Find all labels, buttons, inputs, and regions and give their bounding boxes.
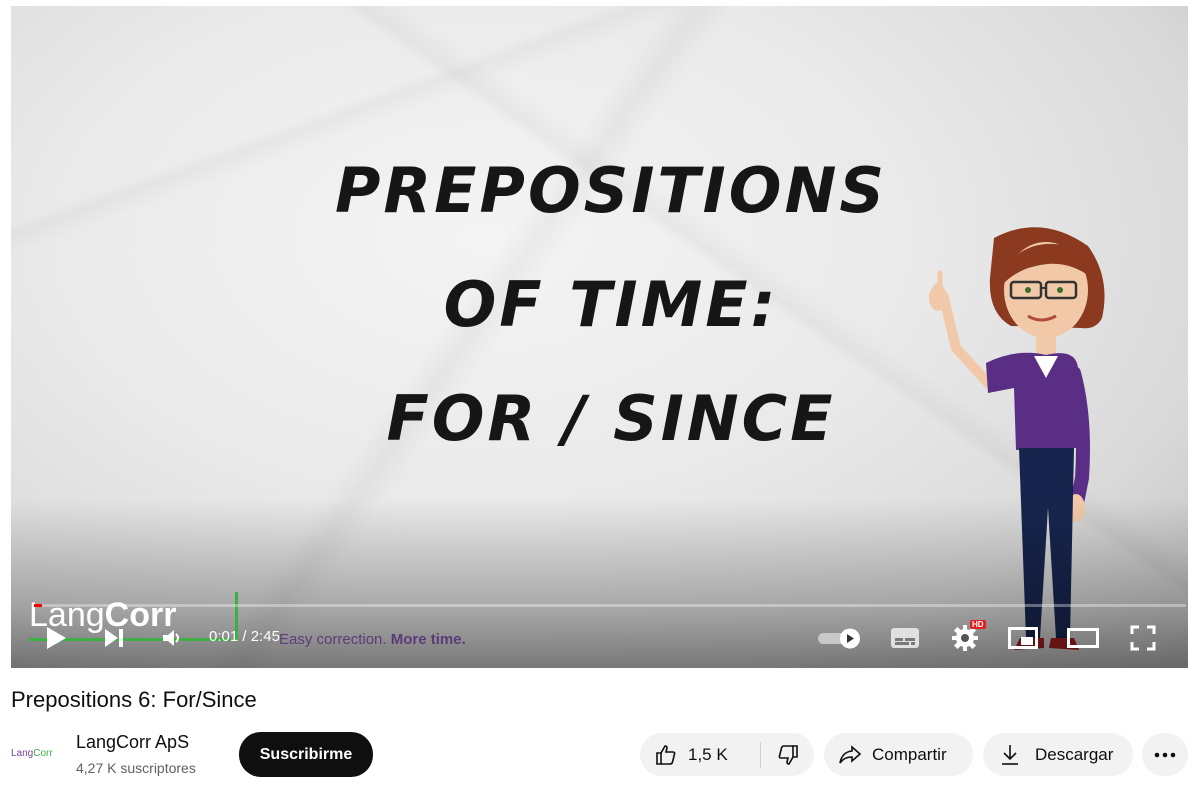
thumbs-up-icon xyxy=(656,744,676,765)
title-line-2: OF TIME: xyxy=(443,268,779,341)
thumbs-down-icon xyxy=(778,744,798,765)
like-button[interactable]: 1,5 K xyxy=(640,733,746,776)
more-horiz-icon xyxy=(1154,752,1176,757)
theater-mode-icon[interactable] xyxy=(1065,618,1101,658)
channel-name[interactable]: LangCorr ApS xyxy=(76,732,189,753)
subscribe-button[interactable]: Suscribirme xyxy=(239,732,373,777)
subscriber-count: 4,27 K suscriptores xyxy=(76,760,196,776)
next-icon[interactable] xyxy=(99,618,129,658)
miniplayer-icon[interactable] xyxy=(1005,618,1041,658)
autoplay-toggle-icon[interactable] xyxy=(815,618,863,658)
share-label: Compartir xyxy=(872,744,947,764)
fullscreen-icon[interactable] xyxy=(1125,618,1161,658)
dislike-button[interactable] xyxy=(761,733,814,776)
like-dislike-group: 1,5 K xyxy=(640,733,814,776)
channel-avatar[interactable]: Lang Corr xyxy=(11,733,59,773)
video-player[interactable]: PREPOSITIONS OF TIME: FOR / SINCE LangCo… xyxy=(11,6,1188,668)
like-count: 1,5 K xyxy=(688,744,728,764)
progress-bar[interactable] xyxy=(34,604,1186,607)
download-button[interactable]: Descargar xyxy=(983,733,1133,776)
time-current: 0:01 xyxy=(209,628,239,645)
video-title-card: PREPOSITIONS OF TIME: FOR / SINCE xyxy=(311,134,911,476)
avatar-text-corr: Corr xyxy=(33,747,53,759)
more-actions-button[interactable] xyxy=(1142,733,1188,776)
avatar-text-lang: Lang xyxy=(11,747,34,759)
play-icon[interactable] xyxy=(41,618,71,658)
video-title: Prepositions 6: For/Since xyxy=(11,687,257,712)
settings-icon[interactable]: HD xyxy=(947,618,986,658)
volume-icon[interactable] xyxy=(157,618,187,658)
download-icon xyxy=(1002,744,1018,765)
hd-badge: HD xyxy=(970,620,986,629)
download-label: Descargar xyxy=(1035,744,1114,764)
time-duration: 2:45 xyxy=(250,628,280,645)
title-line-1: PREPOSITIONS xyxy=(334,154,887,227)
title-line-3: FOR / SINCE xyxy=(386,382,836,455)
progress-played xyxy=(34,604,42,607)
share-button[interactable]: Compartir xyxy=(824,733,973,776)
time-display: 0:01 / 2:45 xyxy=(209,628,280,645)
player-controls: 0:01 / 2:45 HD xyxy=(11,618,1188,666)
subtitles-icon[interactable] xyxy=(887,618,923,658)
time-separator: / xyxy=(238,628,251,645)
share-icon xyxy=(839,744,862,763)
